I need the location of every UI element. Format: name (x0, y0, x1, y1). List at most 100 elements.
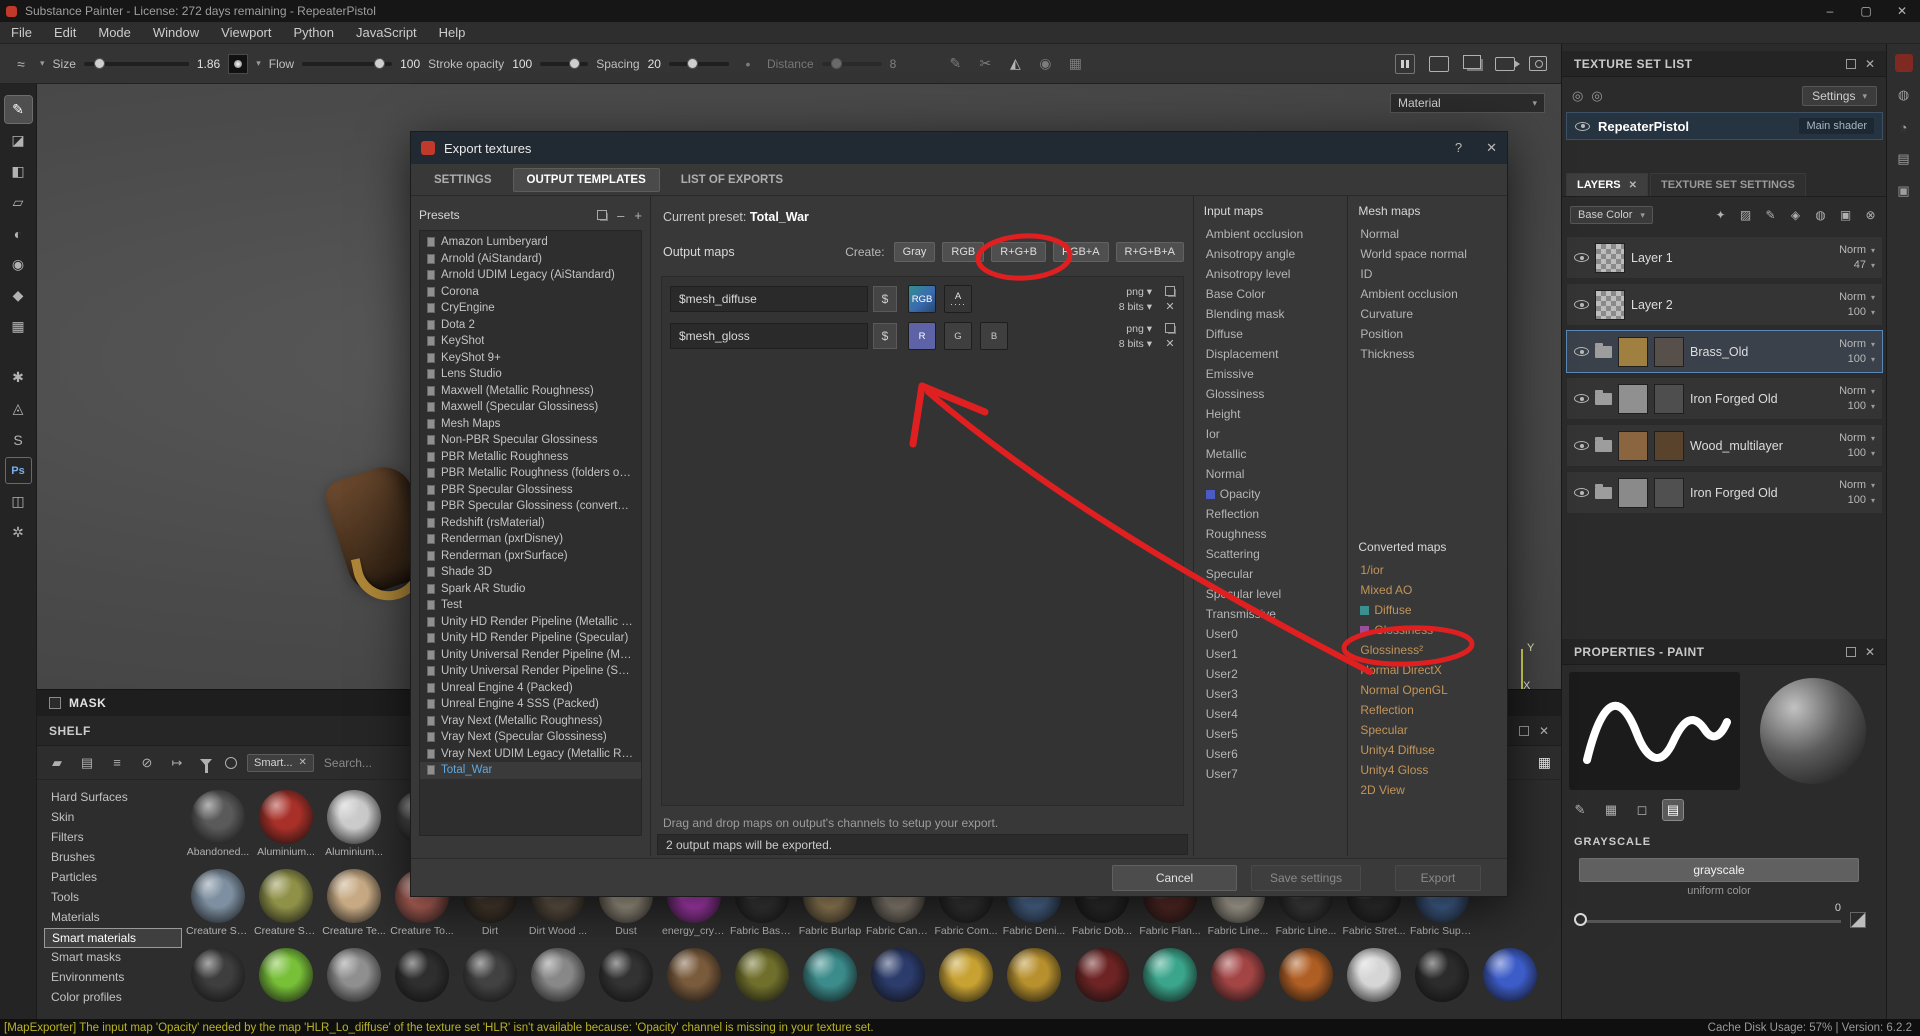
layer-opacity-dropdown[interactable]: 100 ▾ (1848, 400, 1875, 412)
material-sphere-thumbnail[interactable] (463, 948, 517, 1002)
converted-map-item[interactable]: Mixed AO (1348, 580, 1507, 600)
blend-mode-dropdown[interactable]: Norm ▾ (1839, 432, 1875, 444)
visibility-eye-icon[interactable] (1574, 347, 1589, 356)
plugin-icon[interactable]: ✱ (5, 364, 32, 391)
converted-map-item[interactable]: Diffuse (1348, 600, 1507, 620)
layer-row[interactable]: Wood_multilayer Norm ▾ 100 ▾ (1566, 424, 1883, 467)
material-item[interactable] (660, 948, 728, 1004)
preset-item[interactable]: Arnold UDIM Legacy (AiStandard) (420, 267, 641, 284)
preset-item[interactable]: CryEngine (420, 300, 641, 317)
help-icon[interactable]: ? (1455, 140, 1462, 156)
shelf-category-item[interactable]: Materials (44, 908, 182, 928)
material-item[interactable] (932, 948, 1000, 1004)
link-icon[interactable]: ◎ (1572, 88, 1583, 104)
preset-item[interactable]: Amazon Lumberyard (420, 234, 641, 251)
material-item[interactable] (524, 948, 592, 1004)
grayscale-slider[interactable] (1579, 920, 1841, 923)
material-item[interactable]: Creature Ski... (184, 869, 252, 937)
image-plugin-icon[interactable]: ◫ (5, 488, 32, 515)
chevron-down-icon[interactable]: ▾ (256, 58, 261, 69)
pattern-variable-button[interactable]: $ (873, 286, 897, 312)
eraser-tool-icon[interactable]: ◪ (5, 127, 32, 154)
preset-item[interactable]: Unreal Engine 4 SSS (Packed) (420, 696, 641, 713)
menu-item[interactable]: Help (428, 25, 477, 40)
channel-chip-b[interactable]: B (980, 322, 1008, 350)
input-map-item[interactable]: Displacement (1194, 344, 1348, 364)
blend-mode-dropdown[interactable]: Norm ▾ (1839, 244, 1875, 256)
input-map-item[interactable]: User1 (1194, 644, 1348, 664)
input-map-item[interactable]: Transmissive (1194, 604, 1348, 624)
add-paint-layer-icon[interactable]: ✎ (1762, 207, 1779, 224)
material-item[interactable] (1068, 948, 1136, 1004)
material-sphere-thumbnail[interactable] (327, 869, 381, 923)
converted-map-item[interactable]: Normal DirectX (1348, 660, 1507, 680)
mesh-map-item[interactable]: ID (1348, 264, 1507, 284)
create-map-button[interactable]: Gray (893, 242, 936, 262)
pause-engine-icon[interactable] (1395, 53, 1415, 74)
filter-funnel-icon[interactable] (200, 759, 212, 773)
preset-item[interactable]: Corona (420, 284, 641, 301)
visibility-eye-icon[interactable] (1574, 394, 1589, 403)
converted-map-item[interactable]: Specular (1348, 720, 1507, 740)
material-item[interactable] (864, 948, 932, 1004)
layer-thumbnail[interactable] (1618, 383, 1648, 414)
preset-item[interactable]: PBR Metallic Roughness (420, 449, 641, 466)
preset-item[interactable]: PBR Metallic Roughness (folders or PS... (420, 465, 641, 482)
add-preset-icon[interactable]: + (634, 208, 642, 223)
duplicate-preset-icon[interactable] (597, 210, 608, 220)
dialog-tab[interactable]: OUTPUT TEMPLATES (512, 167, 660, 192)
maximize-button[interactable]: ▢ (1848, 4, 1884, 18)
input-map-item[interactable]: Ior (1194, 424, 1348, 444)
close-panel-icon[interactable]: ✕ (1539, 725, 1549, 737)
mask-checkbox[interactable] (49, 697, 61, 709)
input-map-item[interactable]: Roughness (1194, 524, 1348, 544)
mesh-map-item[interactable]: Curvature (1348, 304, 1507, 324)
close-button[interactable]: ✕ (1884, 4, 1920, 18)
layer-row[interactable]: Iron Forged Old Norm ▾ 100 ▾ (1566, 377, 1883, 420)
material-sphere-thumbnail[interactable] (1483, 948, 1537, 1002)
remove-preset-icon[interactable]: – (617, 208, 624, 223)
material-item[interactable] (1000, 948, 1068, 1004)
pattern-variable-button[interactable]: $ (873, 323, 897, 349)
photoshop-export-icon[interactable]: Ps (4, 457, 32, 484)
preset-item[interactable]: Unity Universal Render Pipeline (Meta... (420, 647, 641, 664)
material-sphere-thumbnail[interactable] (1347, 948, 1401, 1002)
shelf-category-item[interactable]: Particles (44, 868, 182, 888)
input-map-item[interactable]: User0 (1194, 624, 1348, 644)
material-sphere-thumbnail[interactable] (191, 869, 245, 923)
material-item[interactable] (252, 948, 320, 1004)
input-map-item[interactable]: User4 (1194, 704, 1348, 724)
preset-item[interactable]: Lens Studio (420, 366, 641, 383)
input-map-item[interactable]: Emissive (1194, 364, 1348, 384)
input-map-item[interactable]: Reflection (1194, 504, 1348, 524)
converted-map-item[interactable]: Glossiness² (1348, 640, 1507, 660)
material-item[interactable] (388, 948, 456, 1004)
layer-thumbnail-2[interactable] (1654, 430, 1684, 461)
shelf-category-item[interactable]: Tools (44, 888, 182, 908)
create-map-button[interactable]: R+G+B (991, 242, 1046, 262)
polygon-fill-tool-icon[interactable]: ▱ (5, 189, 32, 216)
material-sphere-thumbnail[interactable] (259, 790, 313, 844)
add-smart-material-icon[interactable]: ◍ (1812, 207, 1829, 224)
channel-chip-alpha[interactable]: A ···· (944, 285, 972, 313)
menu-item[interactable]: JavaScript (345, 25, 428, 40)
layer-name[interactable]: Layer 2 (1631, 298, 1673, 312)
clone-tool-icon[interactable]: ◉ (5, 251, 32, 278)
grayscale-value-button[interactable]: grayscale (1579, 858, 1859, 882)
shelf-category-item[interactable]: Brushes (44, 848, 182, 868)
material-sphere-thumbnail[interactable] (395, 948, 449, 1002)
history-panel-icon[interactable]: ◔ (1895, 118, 1913, 136)
material-sphere-thumbnail[interactable] (803, 948, 857, 1002)
undock-panel-icon[interactable] (1845, 58, 1856, 69)
converted-map-item[interactable]: 1/ior (1348, 560, 1507, 580)
material-sphere-thumbnail[interactable] (1007, 948, 1061, 1002)
layer-thumbnail[interactable] (1618, 336, 1648, 367)
list-view-icon[interactable]: ≡ (107, 753, 127, 773)
preset-item[interactable]: Total_War (420, 762, 641, 779)
add-effect-icon[interactable]: ✦ (1712, 207, 1729, 224)
iray-render-icon[interactable] (1463, 54, 1481, 69)
close-tab-icon[interactable]: ✕ (1629, 180, 1637, 191)
layer-opacity-dropdown[interactable]: 47 ▾ (1854, 259, 1875, 271)
layer-opacity-dropdown[interactable]: 100 ▾ (1848, 306, 1875, 318)
mesh-map-item[interactable]: Position (1348, 324, 1507, 344)
